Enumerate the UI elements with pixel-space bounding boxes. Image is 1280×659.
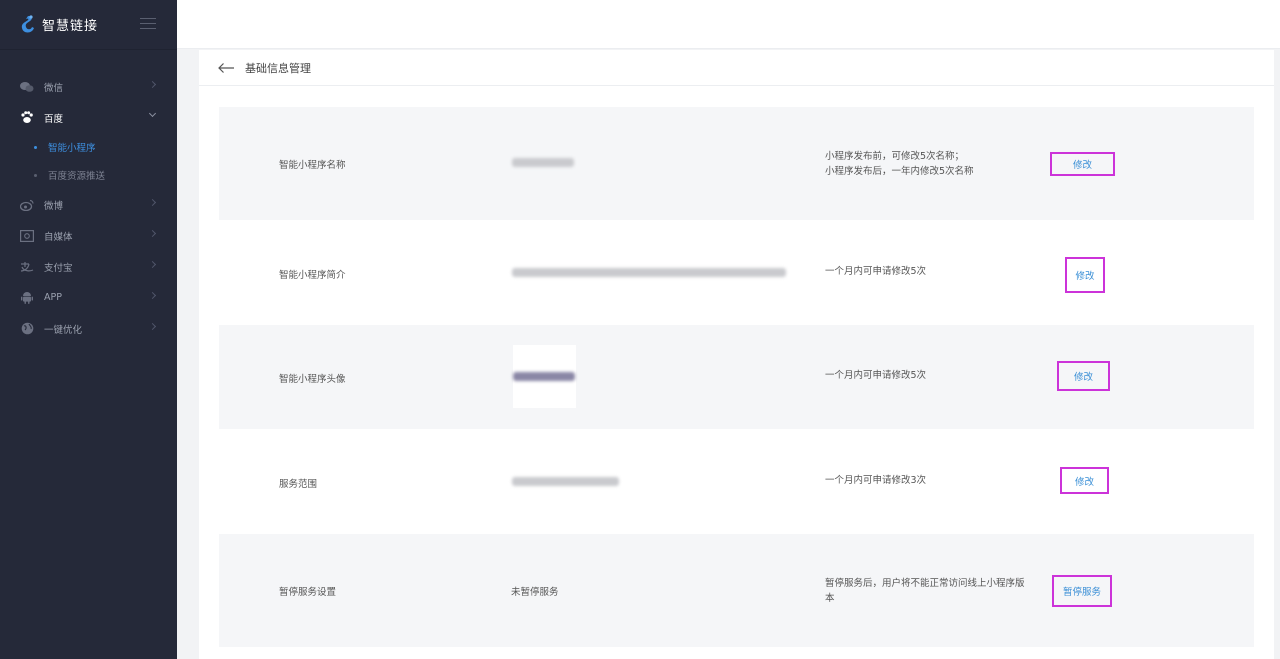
edit-scope-button[interactable]: 修改 — [1060, 467, 1109, 494]
sidebar-item-label: 支付宝 — [44, 262, 73, 274]
redacted-avatar — [513, 372, 575, 381]
row-note: 暂停服务后，用户将不能正常访问线上小程序版 本 — [825, 578, 1025, 604]
sidebar-item-media[interactable]: 自媒体 — [0, 220, 177, 251]
avatar-image — [513, 345, 576, 408]
sidebar-item-wechat[interactable]: 微信 — [0, 71, 177, 102]
redacted-value — [512, 158, 574, 167]
edit-avatar-button[interactable]: 修改 — [1057, 361, 1110, 391]
brand-name: 智慧链接 — [42, 19, 99, 34]
panel-header: 基础信息管理 — [199, 50, 1274, 86]
table-row-pause: 暂停服务设置 未暂停服务 暂停服务后，用户将不能正常访问线上小程序版 本 暂停服… — [219, 534, 1254, 647]
sidebar-subitem-label: 百度资源推送 — [48, 171, 106, 182]
row-label: 服务范围 — [279, 479, 318, 490]
sidebar-item-app[interactable]: APP — [0, 282, 177, 313]
edit-name-button[interactable]: 修改 — [1050, 152, 1115, 176]
sidebar-item-label: 一键优化 — [44, 324, 83, 336]
sidebar-item-alipay[interactable]: 支付宝 — [0, 251, 177, 282]
sidebar-item-label: APP — [44, 292, 62, 303]
top-header — [177, 0, 1280, 49]
pause-service-button[interactable]: 暂停服务 — [1052, 575, 1112, 607]
sidebar-item-optimize[interactable]: 一键优化 — [0, 313, 177, 344]
media-icon — [20, 229, 34, 243]
sidebar-item-weibo[interactable]: 微博 — [0, 189, 177, 220]
redacted-value — [512, 268, 786, 277]
sidebar: 智慧链接 微信 百度 智能小程序 百度资源推送 微博 自媒体 支付宝 APP 一… — [0, 0, 177, 659]
row-label: 暂停服务设置 — [279, 587, 337, 598]
sidebar-subitem-resource-push[interactable]: 百度资源推送 — [0, 161, 177, 189]
page-title: 基础信息管理 — [245, 61, 311, 75]
info-table: 智能小程序名称 小程序发布前，可修改5次名称； 小程序发布后，一年内修改5次名称… — [219, 107, 1254, 647]
paw-icon — [20, 111, 34, 125]
alipay-icon — [20, 260, 34, 274]
sidebar-item-label: 微博 — [44, 200, 64, 212]
chevron-right-icon — [148, 291, 157, 300]
row-label: 智能小程序头像 — [279, 374, 346, 385]
edit-intro-button[interactable]: 修改 — [1065, 257, 1105, 293]
sidebar-item-label: 微信 — [44, 82, 64, 94]
redacted-value — [512, 477, 619, 486]
main-panel: 基础信息管理 智能小程序名称 小程序发布前，可修改5次名称； 小程序发布后，一年… — [199, 50, 1274, 659]
table-row-intro: 智能小程序简介 一个月内可申请修改5次 修改 — [219, 220, 1254, 325]
wechat-icon — [20, 80, 34, 94]
row-note: 一个月内可申请修改3次 — [825, 475, 927, 486]
table-row-avatar: 智能小程序头像 一个月内可申请修改5次 修改 — [219, 325, 1254, 429]
row-value: 未暂停服务 — [511, 587, 559, 598]
sidebar-item-baidu[interactable]: 百度 — [0, 102, 177, 133]
row-label: 智能小程序简介 — [279, 270, 346, 281]
sidebar-subitem-smart-program[interactable]: 智能小程序 — [0, 133, 177, 161]
back-arrow-icon[interactable] — [217, 62, 235, 74]
sidebar-item-label: 百度 — [44, 113, 64, 125]
chevron-right-icon — [148, 229, 157, 238]
chevron-right-icon — [148, 260, 157, 269]
chevron-right-icon — [148, 322, 157, 331]
brand-logo-icon — [21, 14, 34, 32]
sidebar-item-label: 自媒体 — [44, 231, 73, 243]
row-note: 一个月内可申请修改5次 — [825, 370, 927, 381]
weibo-icon — [20, 198, 34, 212]
table-row-scope: 服务范围 一个月内可申请修改3次 修改 — [219, 429, 1254, 534]
bullet-dot-icon — [34, 145, 37, 149]
row-label: 智能小程序名称 — [279, 160, 346, 171]
brand: 智慧链接 — [0, 0, 177, 50]
chevron-right-icon — [148, 80, 157, 89]
chevron-down-icon — [148, 109, 157, 118]
table-row-name: 智能小程序名称 小程序发布前，可修改5次名称； 小程序发布后，一年内修改5次名称… — [219, 107, 1254, 220]
chevron-right-icon — [148, 198, 157, 207]
android-icon — [20, 291, 34, 305]
globe-icon — [20, 322, 34, 336]
row-note: 小程序发布前，可修改5次名称； 小程序发布后，一年内修改5次名称 — [825, 151, 974, 177]
sidebar-menu: 微信 百度 智能小程序 百度资源推送 微博 自媒体 支付宝 APP 一键优化 — [0, 71, 177, 344]
bullet-dot-icon — [34, 173, 37, 177]
sidebar-subitem-label: 智能小程序 — [48, 143, 96, 154]
menu-toggle-icon[interactable] — [140, 18, 156, 30]
row-note: 一个月内可申请修改5次 — [825, 266, 927, 277]
